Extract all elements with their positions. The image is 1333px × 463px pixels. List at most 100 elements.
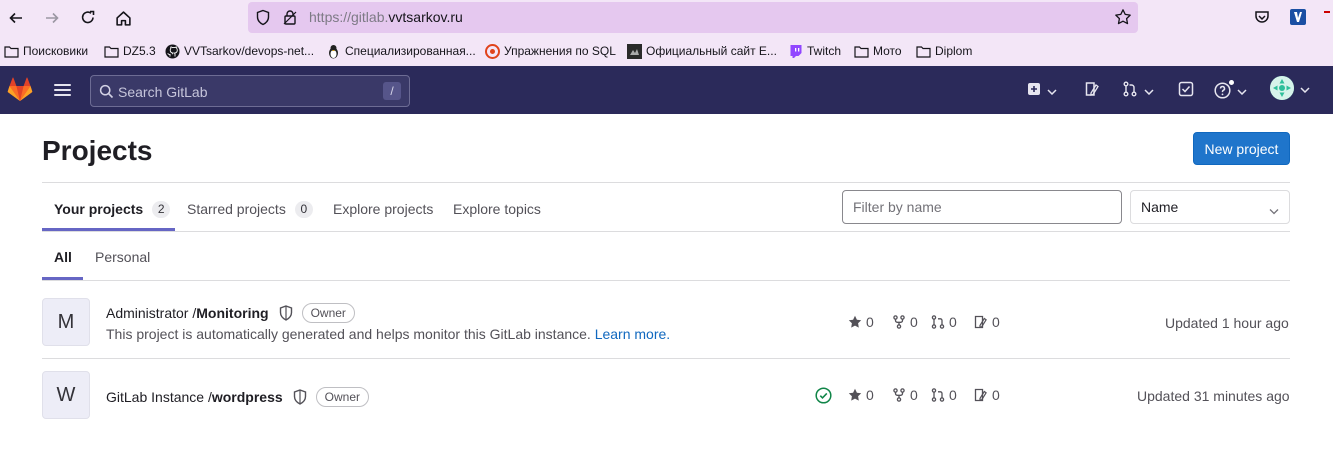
back-icon[interactable] [4, 6, 28, 30]
fork-icon [893, 315, 905, 329]
divider [42, 358, 1290, 359]
tab-label: Explore projects [333, 201, 434, 217]
project-namespace: GitLab Instance / [106, 389, 212, 405]
filter-by-name-input[interactable]: Filter by name [842, 190, 1122, 224]
count-badge: 0 [294, 200, 313, 218]
star-icon [848, 388, 862, 401]
address-bar[interactable]: https://gitlab.vvtsarkov.ru [248, 2, 1138, 33]
tracking-protection-icon[interactable] [255, 9, 271, 29]
folder-icon [4, 44, 19, 59]
project-title-link[interactable]: GitLab Instance / wordpress Owner [106, 387, 369, 407]
merge-requests-count[interactable]: 0 [931, 387, 957, 403]
bookmark-item[interactable]: Twitch [788, 43, 841, 59]
forward-icon[interactable] [40, 6, 64, 30]
issues-count[interactable]: 0 [974, 387, 1000, 403]
project-avatar[interactable]: M [42, 298, 90, 346]
avatar [1270, 76, 1294, 100]
fork-icon [893, 388, 905, 402]
linux-penguin-icon [326, 44, 341, 59]
issues-icon [974, 388, 987, 402]
description-text: This project is automatically generated … [106, 326, 595, 342]
tab-explore-topics[interactable]: Explore topics [453, 199, 541, 219]
issues-icon [974, 315, 987, 329]
folder-icon [854, 44, 869, 59]
folder-icon [104, 44, 119, 59]
tab-explore-projects[interactable]: Explore projects [333, 199, 433, 219]
sql-ex-icon [485, 43, 500, 59]
todos-nav-button[interactable] [1178, 80, 1194, 100]
filter-placeholder: Filter by name [853, 199, 942, 215]
divider [42, 182, 1290, 183]
star-icon [848, 315, 862, 328]
bookmark-item[interactable]: VVTsarkov/devops-net... [165, 43, 314, 59]
issues-count[interactable]: 0 [974, 314, 1000, 330]
page-title: Projects [42, 135, 153, 166]
stars-count[interactable]: 0 [848, 314, 874, 330]
updated-timestamp: Updated 31 minutes ago [1137, 388, 1290, 404]
role-badge: Owner [301, 303, 355, 323]
bookmark-label: DZ5.3 [123, 44, 156, 58]
todo-checkbox-icon [1178, 81, 1194, 100]
search-placeholder: Search GitLab [118, 84, 208, 100]
reload-icon[interactable] [76, 6, 100, 30]
pipeline-success-icon[interactable] [815, 387, 832, 407]
merge-requests-dropdown[interactable] [1122, 80, 1154, 100]
tab-label: Your projects [54, 201, 144, 217]
github-icon [165, 44, 180, 59]
bookmark-item[interactable]: Официальный сайт E... [627, 43, 777, 59]
tab-your-projects[interactable]: Your projects 2 [54, 199, 171, 219]
search-icon [99, 84, 114, 102]
lock-icon[interactable] [282, 9, 298, 29]
merge-request-icon [931, 388, 945, 402]
merge-requests-count[interactable]: 0 [931, 314, 957, 330]
bookmark-item[interactable]: Упражнения по SQL [485, 43, 616, 59]
forks-count[interactable]: 0 [892, 314, 918, 330]
role-badge: Owner [315, 387, 369, 407]
tab-label: Starred projects [187, 201, 286, 217]
chevron-down-icon [1144, 82, 1154, 98]
bookmark-item[interactable]: DZ5.3 [104, 43, 156, 59]
question-circle-icon [1214, 78, 1235, 99]
bookmark-item[interactable]: Поисковики [4, 43, 88, 59]
gitlab-logo-icon[interactable] [7, 77, 33, 105]
create-new-dropdown[interactable] [1027, 80, 1057, 100]
tab-label: Explore topics [453, 201, 541, 217]
chevron-down-icon [1237, 82, 1247, 98]
bookmark-item[interactable]: Мото [854, 43, 902, 59]
divider [42, 231, 1290, 232]
home-icon[interactable] [111, 6, 135, 30]
new-project-button[interactable]: New project [1193, 132, 1290, 165]
bookmark-label: Поисковики [23, 44, 89, 58]
project-title-link[interactable]: Administrator / Monitoring Owner [106, 303, 355, 323]
overflow-menu-icon[interactable] [1321, 6, 1333, 28]
sort-value: Name [1141, 199, 1179, 215]
twitch-icon [788, 44, 803, 59]
search-input[interactable]: Search GitLab / [90, 75, 410, 107]
bookmarks-bar: Поисковики DZ5.3 VVTsarkov/devops-net...… [0, 36, 1333, 66]
stars-count[interactable]: 0 [848, 387, 874, 403]
bookmark-star-icon[interactable] [1114, 8, 1132, 29]
tab-starred-projects[interactable]: Starred projects 0 [187, 199, 313, 219]
subtab-all[interactable]: All [54, 249, 72, 265]
subtab-personal[interactable]: Personal [95, 249, 150, 265]
sort-dropdown[interactable]: Name [1130, 190, 1290, 224]
learn-more-link[interactable]: Learn more. [595, 326, 670, 342]
browser-toolbar: https://gitlab.vvtsarkov.ru [0, 0, 1333, 36]
user-menu-dropdown[interactable] [1270, 76, 1310, 100]
bookmark-label: Упражнения по SQL [504, 44, 616, 58]
notification-dot [1228, 78, 1235, 86]
merge-request-icon [931, 315, 945, 329]
count-badge: 2 [152, 200, 171, 218]
main-menu-button[interactable] [54, 81, 74, 99]
bookmark-item[interactable]: Специализированная... [326, 43, 476, 59]
plus-square-icon [1027, 82, 1041, 99]
bookmark-label: Diplom [935, 44, 973, 58]
bookmark-item[interactable]: Diplom [916, 43, 972, 59]
project-avatar[interactable]: W [42, 371, 90, 419]
help-dropdown[interactable] [1214, 78, 1247, 100]
extension-icon[interactable] [1287, 6, 1309, 28]
issues-nav-button[interactable] [1084, 80, 1100, 100]
project-name: wordpress [211, 389, 283, 405]
pocket-icon[interactable] [1251, 6, 1273, 28]
forks-count[interactable]: 0 [892, 387, 918, 403]
